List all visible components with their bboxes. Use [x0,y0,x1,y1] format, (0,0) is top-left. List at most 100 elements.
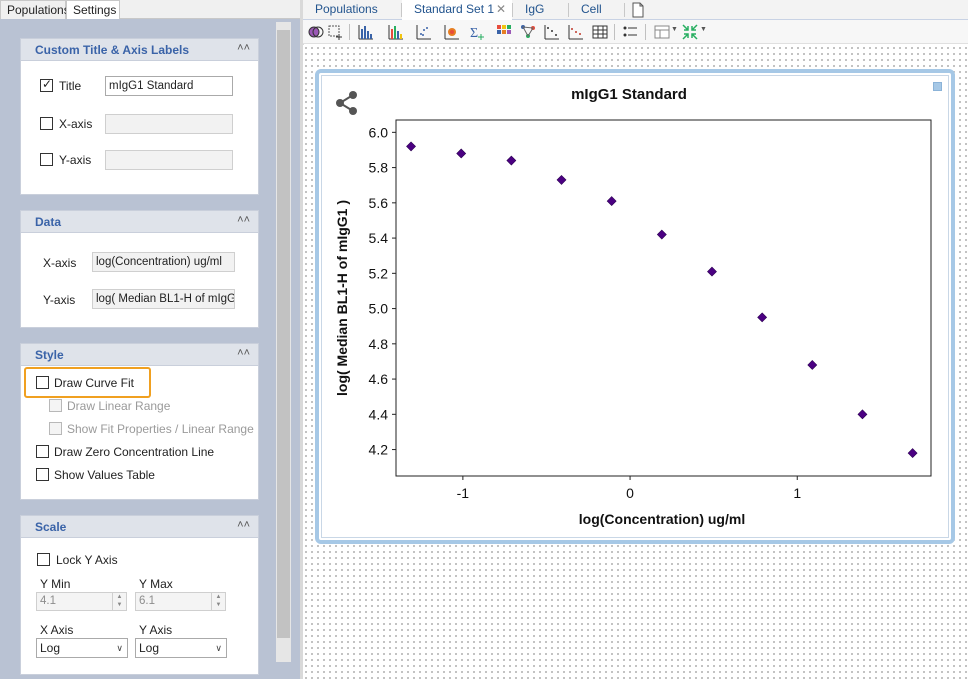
data-point [406,141,416,152]
draw-linear-range-checkbox[interactable] [49,399,62,412]
layout-icon[interactable] [653,23,671,41]
group-header-style[interactable]: Style ˄˄ [21,344,258,366]
left-tab-strip: Populations Settings [0,0,300,20]
data-point [907,448,918,459]
plot-panel: mIgG1 Standard 6.0 5.8 5.6 5.4 5.2 5.0 4.8 4.6 4… [321,75,949,538]
collapse-icon[interactable]: ˄˄ [237,214,250,226]
draw-zero-concentration-checkbox[interactable] [36,445,49,458]
data-point [707,266,717,277]
heatmap-icon[interactable] [495,23,513,41]
group-title: Custom Title & Axis Labels [35,43,190,57]
scatter-curve-icon[interactable] [567,23,585,41]
chart-title: mIgG1 Standard [571,86,687,103]
tab-populations[interactable]: Populations [0,0,70,19]
highlight-box [24,367,151,398]
network-plot-icon[interactable] [519,23,537,41]
show-values-table-checkbox[interactable] [36,468,49,481]
group-header-scale[interactable]: Scale ˄˄ [21,516,258,538]
scatter-chart: mIgG1 Standard 6.0 5.8 5.6 5.4 5.2 5.0 4.8 4.6 4… [334,86,932,527]
tab-populations-doc[interactable]: Populations [303,0,401,20]
x-axis-title: log(Concentration) ug/ml [579,511,745,527]
tab-label: Standard Set 1 [414,2,495,16]
statistics-icon[interactable]: Σ [469,23,487,41]
y-tick-label: 4.8 [369,336,389,352]
tab-standard-set-1[interactable]: Standard Set 1 ✕ [402,0,512,20]
data-xaxis-label: X-axis [43,256,77,270]
table-icon[interactable] [591,23,609,41]
y-tick-label: 4.6 [369,371,389,387]
y-tick-label: 5.8 [369,160,389,176]
xaxis-scale-label: X Axis [40,623,74,637]
checkmark-icon: ✓ [42,77,53,91]
data-point [807,360,818,370]
group-data: Data ˄˄ X-axis log(Concentration) ug/ml … [20,210,259,328]
stepper-arrows-icon[interactable]: ▲ ▼ [112,593,126,610]
ymin-value: 4.1 [40,595,56,607]
xaxis-input[interactable] [105,114,233,134]
chevron-down-icon[interactable]: ▼ [671,26,678,33]
data-point [606,196,617,206]
collapse-icon[interactable]: ˄˄ [237,42,250,54]
lock-y-axis-checkbox[interactable] [37,553,50,566]
tab-separator [624,3,625,17]
xaxis-checkbox[interactable] [40,117,53,130]
xaxis-scale-select[interactable]: Log ∨ [36,638,128,658]
ymax-stepper[interactable]: 6.1 ▲ ▼ [135,592,226,611]
x-tick-label: 0 [626,485,634,501]
tab-igg[interactable]: IgG [513,0,568,20]
chart-toolbar: Σ ▼ ▼ [303,20,968,44]
show-fit-properties-checkbox[interactable] [49,422,62,435]
collapse-icon[interactable]: ˄˄ [237,519,250,531]
group-title: Data [35,215,62,229]
density-plot-icon[interactable] [443,23,461,41]
chevron-down-icon: ∨ [116,643,123,653]
ymin-stepper[interactable]: 4.1 ▲ ▼ [36,592,127,611]
show-values-table-label: Show Values Table [54,468,155,482]
left-panel: Populations Settings Custom Title & Axis… [0,0,300,679]
stepper-arrows-icon[interactable]: ▲ ▼ [211,593,225,610]
collapse-icon[interactable]: ˄˄ [237,347,250,359]
y-tick-label: 4.4 [369,406,389,422]
yaxis-scale-select[interactable]: Log ∨ [135,638,227,658]
x-axis: -1 0 1 [457,476,801,501]
tab-cell[interactable]: Cell [569,0,624,20]
yaxis-label: Y-axis [59,153,92,167]
lock-y-axis-label: Lock Y Axis [56,553,118,567]
data-yaxis-field[interactable]: log( Median BL1-H of mIgG1 [92,289,235,309]
add-gate-icon[interactable] [327,23,345,41]
toolbar-separator [349,24,350,40]
ymin-label: Y Min [40,577,71,591]
list-icon[interactable] [621,23,639,41]
ymax-value: 6.1 [139,595,155,607]
settings-scrollbar-thumb[interactable] [277,30,290,638]
title-checkbox[interactable]: ✓ [40,77,53,92]
plot-frame[interactable]: mIgG1 Standard 6.0 5.8 5.6 5.4 5.2 5.0 4.8 4.6 4… [315,69,955,544]
yaxis-checkbox[interactable] [40,153,53,166]
data-point [857,409,868,420]
title-input[interactable]: mIgG1 Standard [105,76,233,96]
group-title: Style [35,348,64,362]
multi-histogram-icon[interactable] [387,23,405,41]
y-tick-label: 6.0 [369,124,389,140]
data-point [757,312,768,323]
yaxis-input[interactable] [105,150,233,170]
show-fit-properties-label: Show Fit Properties / Linear Range [67,422,254,436]
tab-label: Populations [315,2,378,16]
histogram-icon[interactable] [357,23,375,41]
new-document-icon[interactable] [630,2,646,18]
tab-settings[interactable]: Settings [66,0,120,20]
y-tick-label: 4.2 [369,442,389,458]
dot-plot-icon[interactable] [415,23,433,41]
data-xaxis-field[interactable]: log(Concentration) ug/ml [92,252,235,272]
chevron-down-icon[interactable]: ▼ [700,26,707,33]
group-header-data[interactable]: Data ˄˄ [21,211,258,233]
gate-overlay-icon[interactable] [307,23,325,41]
group-header-custom-title[interactable]: Custom Title & Axis Labels ˄˄ [21,39,258,61]
y-tick-label: 5.4 [369,230,389,246]
group-title: Scale [35,520,67,534]
y-tick-label: 5.2 [369,265,389,281]
data-yaxis-label: Y-axis [43,293,76,307]
collapse-arrows-icon[interactable] [681,23,699,41]
standard-curve-icon[interactable] [543,23,561,41]
close-icon[interactable]: ✕ [496,0,506,18]
